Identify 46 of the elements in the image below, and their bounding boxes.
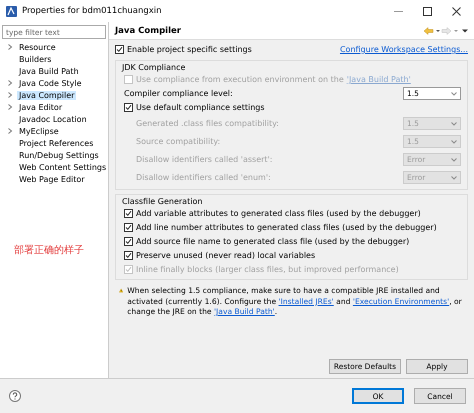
chevron-icon <box>451 92 457 96</box>
page-title: Java Compiler <box>115 26 182 36</box>
chevron-icon <box>451 122 457 126</box>
sidebar-item[interactable]: Builders <box>17 54 54 64</box>
checkbox[interactable] <box>124 237 133 246</box>
sidebar-item[interactable]: Run/Debug Settings <box>17 150 101 160</box>
checkbox-label: Add line number attributes to generated class files (used by the debugger) <box>136 223 437 232</box>
group-title: JDK Compliance <box>122 63 186 72</box>
checkbox[interactable] <box>124 223 133 232</box>
sidebar-item[interactable]: Resource <box>17 42 58 52</box>
sidebar-item[interactable]: Project References <box>17 138 96 148</box>
chevron-icon <box>451 140 457 144</box>
checkbox-label: Use compliance from execution environment on the <box>136 75 344 84</box>
sidebar-item[interactable]: Java Code Style <box>17 78 84 88</box>
sidebar-item[interactable]: Java Build Path <box>17 66 81 76</box>
help-icon[interactable] <box>9 390 21 402</box>
field-label: Source compatibility: <box>136 137 220 146</box>
chevron-icon <box>451 176 457 180</box>
checkbox[interactable] <box>124 209 133 218</box>
field-label: Compiler compliance level: <box>124 89 233 98</box>
annotation-note: 部署正确的样子 <box>14 244 85 257</box>
checkbox-label: Use default compliance settings <box>136 103 265 112</box>
window-title: Properties for bdm011chuangxin <box>22 6 163 16</box>
sidebar-item[interactable]: MyEclipse <box>17 126 61 136</box>
checkbox[interactable] <box>124 103 133 112</box>
field-label: Disallow identifiers called 'assert': <box>136 155 272 164</box>
workspace-settings-link[interactable]: Configure Workspace Settings... <box>340 45 468 54</box>
group-title: Classfile Generation <box>122 197 204 206</box>
checkbox-label: Add variable attributes to generated class files (used by the debugger) <box>136 209 421 218</box>
sidebar-item[interactable]: Java Compiler <box>17 90 76 100</box>
checkbox-label: Add source file name to generated class file (used by the debugger) <box>136 237 410 246</box>
chevron-icon <box>451 158 457 162</box>
sidebar-item[interactable]: Web Page Editor <box>17 174 87 184</box>
app-icon <box>6 6 17 16</box>
checkbox-label: Enable project specific settings <box>127 45 252 54</box>
checkbox-label: Inline finally blocks (larger class files, but improved performance) <box>136 265 399 274</box>
sidebar-item[interactable]: Web Content Settings <box>17 162 108 172</box>
sidebar-item[interactable]: Javadoc Location <box>17 114 89 124</box>
navigation-arrows-icon[interactable] <box>424 26 468 34</box>
warning-icon <box>119 286 124 295</box>
field-label: Generated .class files compatibility: <box>136 119 279 128</box>
checkbox[interactable] <box>115 45 124 54</box>
field-label: Disallow identifiers called 'enum': <box>136 173 271 182</box>
checkbox-label: Preserve unused (never read) local variables <box>136 251 316 260</box>
checkbox[interactable] <box>124 251 133 260</box>
sidebar-item[interactable]: Java Editor <box>17 102 64 112</box>
